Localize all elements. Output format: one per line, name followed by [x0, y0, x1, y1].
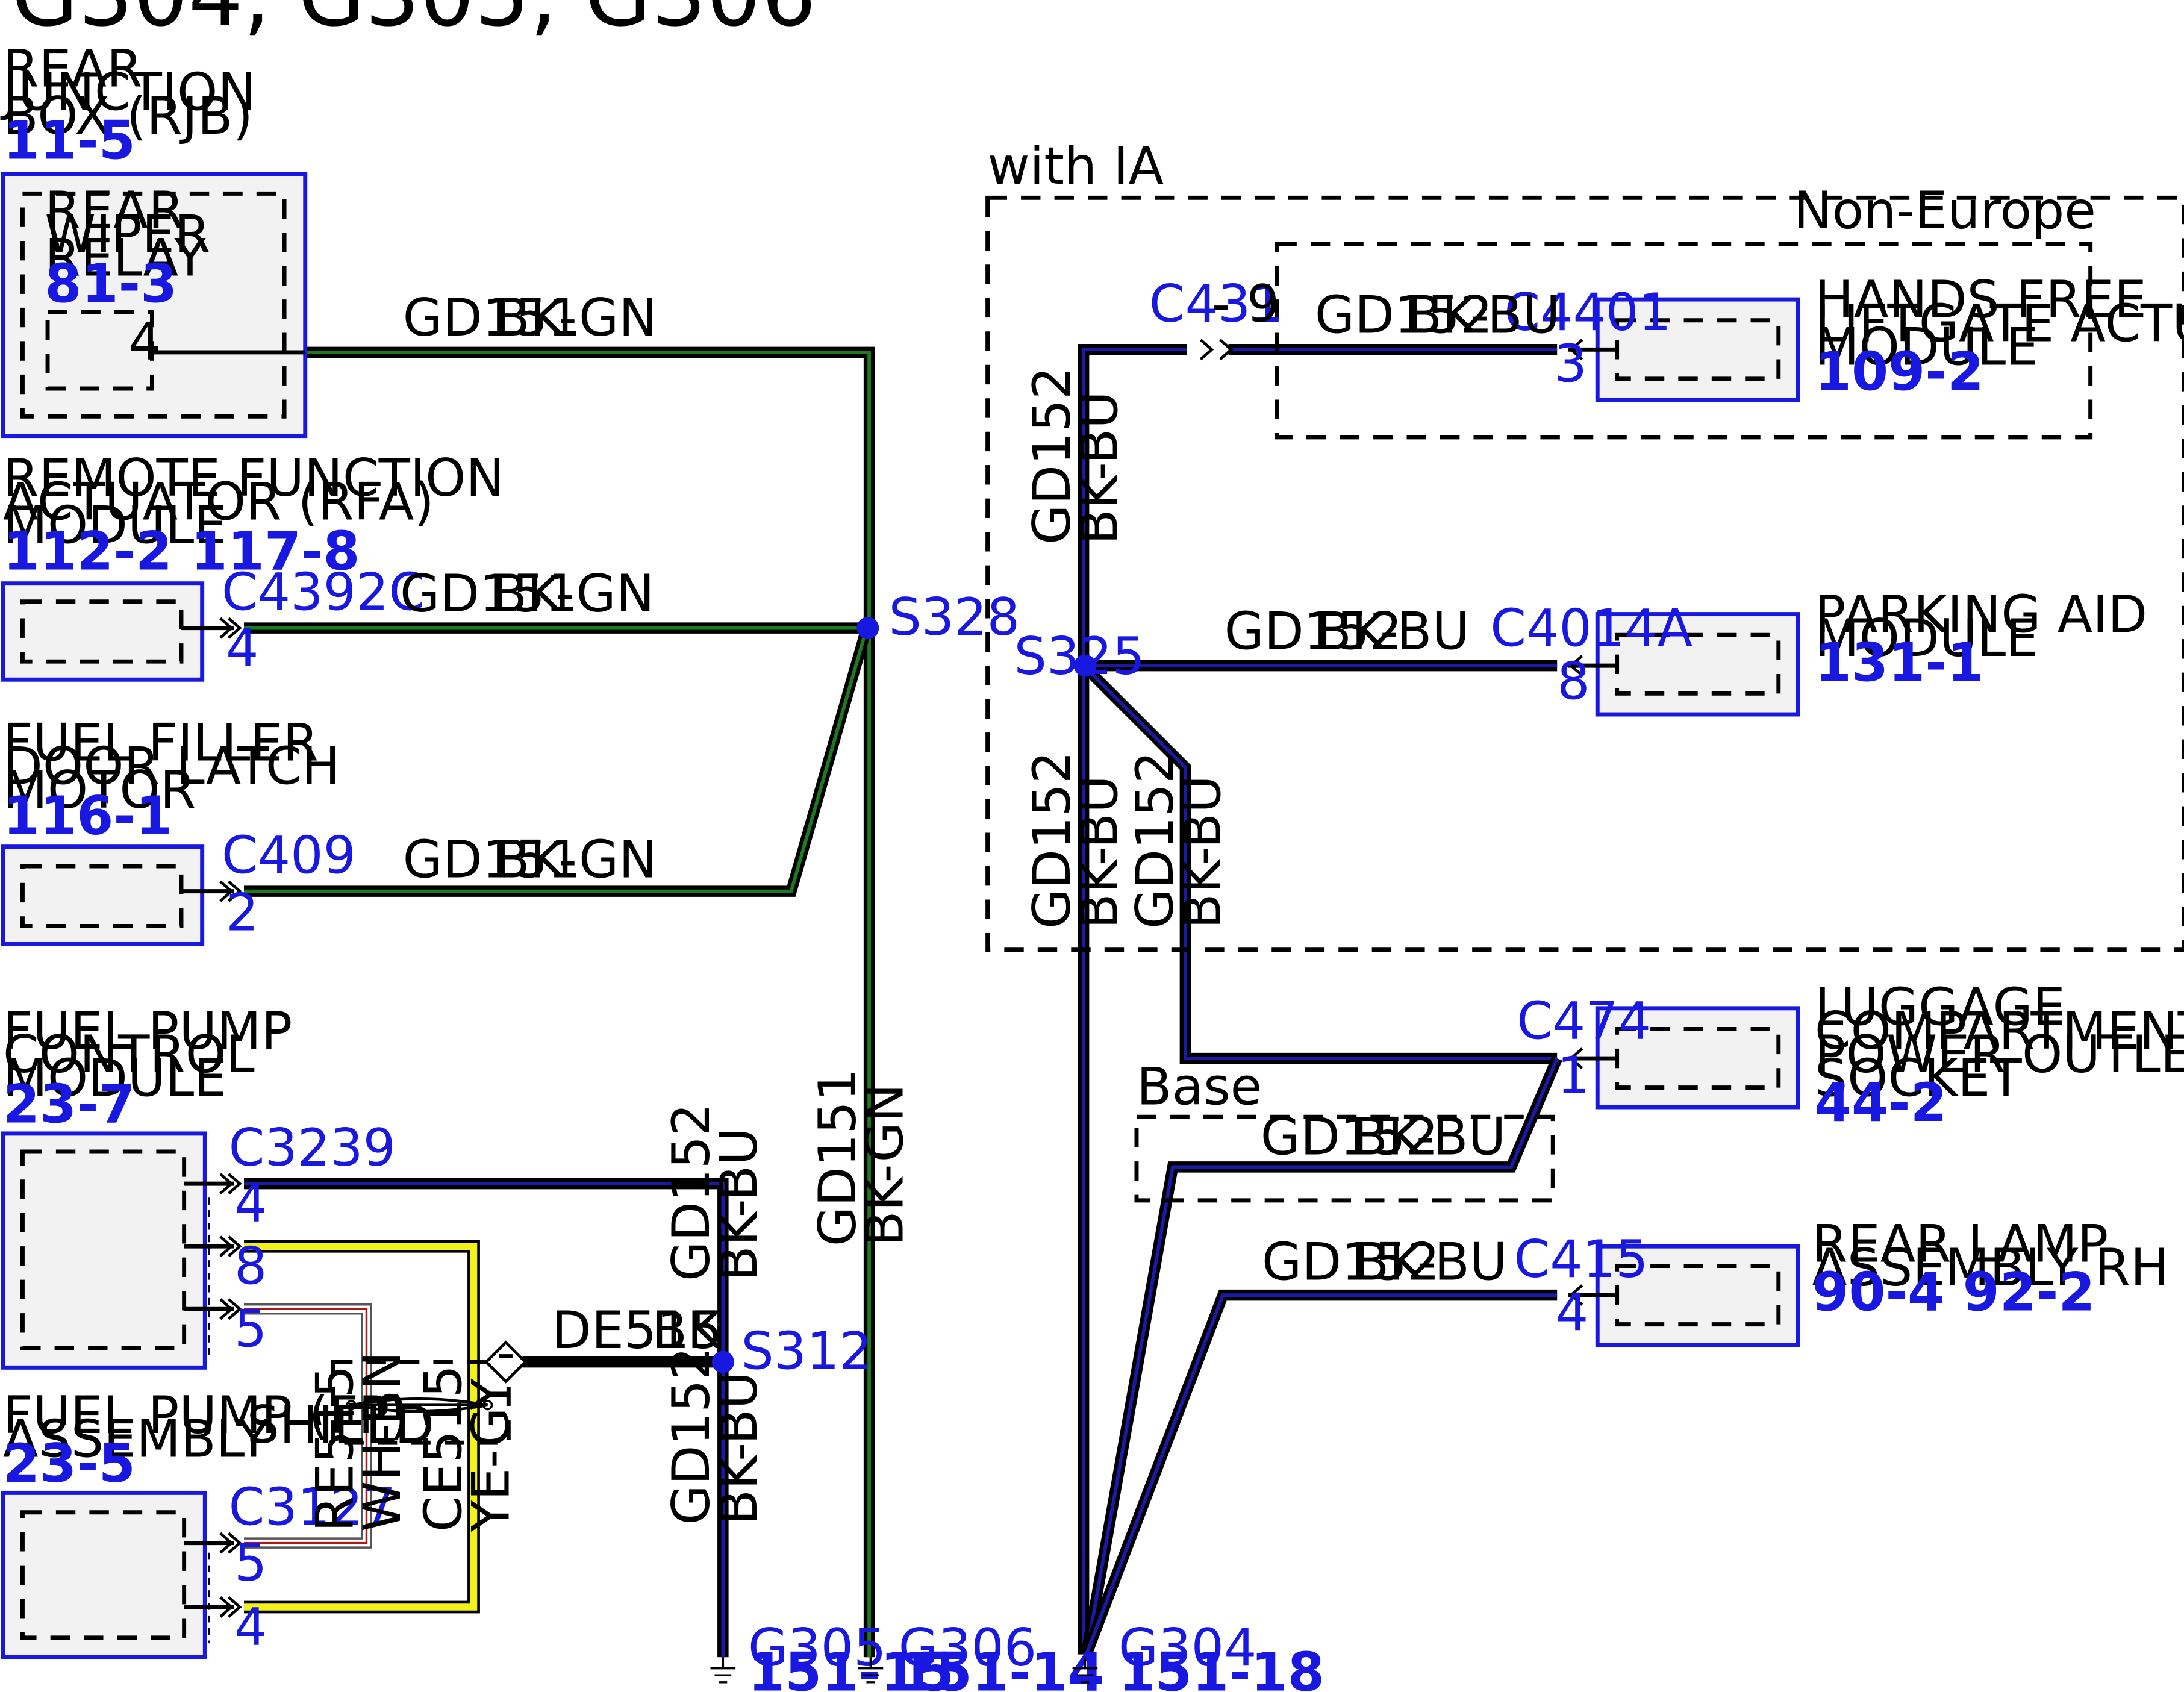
component-rear-lamp: REAR LAMPASSEMBLY RH 90-4 92-2 C415 4	[1514, 1215, 2169, 1347]
wiper-relay-ref: 81-3	[45, 253, 177, 315]
svg-text:4: 4	[234, 1597, 267, 1657]
fp-ref: 23-5	[3, 1432, 136, 1494]
connector-c4014a: C4014A	[1490, 599, 1693, 659]
connector-c3239: C3239	[229, 1119, 396, 1178]
svg-text:BK-BU: BK-BU	[710, 1372, 769, 1525]
connector-c4014a-pin: 8	[1557, 652, 1590, 712]
svg-text:BK-GN: BK-GN	[495, 831, 657, 890]
wire-gd152-liftgate	[1078, 344, 1187, 1655]
svg-text:BK-BU: BK-BU	[1406, 286, 1560, 346]
svg-text:BK: BK	[652, 1301, 722, 1361]
region-base-label: Base	[1137, 1057, 1262, 1117]
connector-c409: C409	[222, 826, 356, 886]
connector-c415: C415	[1514, 1230, 1649, 1290]
splice-s328	[856, 617, 879, 640]
wiring-diagram: G304, G305, G306	[0, 0, 2184, 1692]
parking-ref: 131-1	[1815, 632, 1984, 694]
svg-text:BK-BU: BK-BU	[1173, 775, 1233, 929]
svg-text:BK-GN: BK-GN	[492, 564, 655, 624]
svg-text:BK-GN: BK-GN	[856, 1084, 916, 1246]
component-luggage-socket: LUGGAGECOMPARTMENTPOWER OUTLETSOCKET 44-…	[1517, 978, 2184, 1134]
svg-text:151-18: 151-18	[1119, 1641, 1324, 1692]
svg-text:BK-BU: BK-BU	[1070, 391, 1130, 545]
rear-lamp-ref: 90-4 92-2	[1812, 1261, 2095, 1323]
svg-text:BK-BU: BK-BU	[1352, 1108, 1506, 1167]
svg-text:BK-GN: BK-GN	[495, 289, 657, 348]
fuel-filler-ref: 116-1	[3, 785, 172, 847]
splice-s312	[711, 1350, 734, 1373]
connector-c474-pin: 1	[1557, 1046, 1590, 1106]
connector-c4392c-pin: 4	[226, 619, 258, 678]
svg-text:BK-BU: BK-BU	[1354, 1233, 1508, 1293]
svg-text:S328: S328	[888, 588, 1020, 648]
component-liftgate: HANDS FREELIFTGATE ACTUATORMODULE 109-2 …	[1504, 270, 2184, 402]
ground-g304: G304 151-18	[1072, 1619, 1324, 1692]
region-with-ia-label: with IA	[988, 137, 1164, 196]
wire-gd152-rear-lamp	[1081, 1289, 1558, 1656]
luggage-ref: 44-2	[1815, 1072, 1947, 1134]
svg-text:S312: S312	[741, 1322, 872, 1382]
connector-c415-pin: 4	[1556, 1283, 1588, 1343]
shield-drain-mark: -	[496, 1323, 515, 1383]
svg-text:S325: S325	[1014, 627, 1146, 687]
component-fuel-filler: FUEL FILLERDOOR LATCHMOTOR 116-1 C409 2	[1, 713, 356, 946]
svg-text:4: 4	[234, 1175, 267, 1234]
rjb-ref: 11-5	[3, 110, 136, 172]
svg-text:- 9: - 9	[1212, 275, 1279, 334]
liftgate-ref: 109-2	[1815, 340, 1984, 402]
wiper-relay-pin: 4	[128, 312, 161, 372]
svg-text:YE-GY: YE-GY	[461, 1378, 521, 1532]
connector-c474: C474	[1517, 992, 1651, 1052]
svg-text:5: 5	[234, 1300, 267, 1360]
svg-text:WH-BN: WH-BN	[353, 1352, 413, 1532]
page-title: G304, G305, G306	[11, 0, 816, 46]
fpcm-ref: 23-7	[3, 1073, 136, 1135]
svg-text:151-14: 151-14	[899, 1641, 1105, 1692]
connector-c409-pin: 2	[226, 883, 258, 943]
svg-text:BK-BU: BK-BU	[710, 1128, 769, 1281]
component-parking-aid: PARKING AIDMODULE 131-1 C4014A 8	[1490, 585, 2147, 717]
svg-text:BK-BU: BK-BU	[1316, 602, 1470, 661]
component-rjb: REARJUNCTIONBOX (RJB) 11-5 REARWIPERRELA…	[0, 39, 308, 439]
svg-text:5: 5	[234, 1534, 267, 1593]
svg-text:BK-BU: BK-BU	[1070, 775, 1130, 929]
svg-text:8: 8	[234, 1237, 267, 1297]
region-non-europe-label: Non-Europe	[1794, 181, 2096, 241]
connector-c4392c: C4392C	[222, 563, 425, 623]
